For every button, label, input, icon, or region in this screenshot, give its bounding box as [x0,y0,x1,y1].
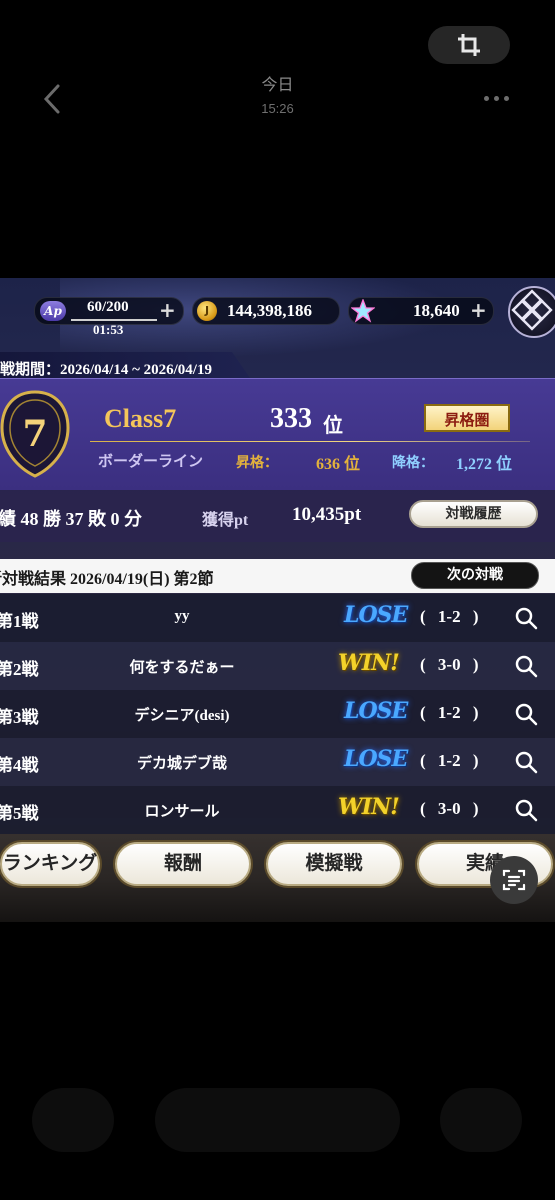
menu-emblem-button[interactable] [508,286,555,338]
rank-number: 333 [270,403,312,434]
crop-button[interactable] [428,26,510,64]
latest-result-text: 新対戦結果 2026/04/19(日) 第2節 [0,571,214,588]
class7-emblem-icon: 7 [0,390,70,478]
match-row-2[interactable]: 第2戦 何をするだぁー WIN! ( 3-0 ) [0,642,555,690]
coin-counter: J 144,398,186 [192,297,340,325]
match-score: ( 1-2 ) [420,751,479,770]
match-row-5[interactable]: 第5戦 ロンサール WIN! ( 3-0 ) [0,786,555,834]
result-win: WIN! [338,794,400,820]
match-score: ( 1-2 ) [420,607,479,626]
search-icon[interactable] [514,654,538,678]
game-screen: Ap 60/200 01:53 + J 144,398,186 18,640 +… [0,278,555,922]
viewer-title: 今日 [261,77,294,94]
result-lose: LOSE [344,698,408,724]
match-row-1[interactable]: 第1戦 yy LOSE ( 1-2 ) [0,594,555,642]
svg-text:7: 7 [22,413,47,455]
emblem-icon [511,289,553,331]
mock-battle-button[interactable]: 模擬戦 [266,842,402,886]
share-button[interactable] [32,1088,114,1152]
match-score: ( 3-0 ) [420,799,479,818]
opponent-name: デシニア(desi) [134,708,230,724]
more-options-icon[interactable] [484,92,518,104]
star-gem-icon [351,299,375,323]
ap-underline [71,319,157,321]
gold-divider [90,441,530,442]
border-line-label: ボーダーライン [98,452,204,470]
viewer-time: 15:26 [261,101,294,116]
coin-icon: J [197,301,217,321]
match-label: 第3戦 [0,708,39,727]
delete-button[interactable] [440,1088,522,1152]
search-icon[interactable] [514,798,538,822]
gem-counter: 18,640 + [348,297,494,325]
coin-value: 144,398,186 [227,301,312,320]
opponent-name: デカ城デブ哉 [136,756,227,772]
live-text-button[interactable] [490,856,538,904]
match-label: 第1戦 [0,612,39,631]
points-label: 獲得pt [202,512,249,529]
ap-value: 60/200 [87,299,129,315]
search-icon[interactable] [514,702,538,726]
gem-plus-button[interactable]: + [470,298,487,322]
search-icon[interactable] [514,606,538,630]
ap-icon: Ap [40,301,66,321]
reward-button[interactable]: 報酬 [115,842,251,886]
result-lose: LOSE [344,746,408,772]
crop-icon [458,34,480,56]
result-win: WIN! [338,650,400,676]
match-row-3[interactable]: 第3戦 デシニア(desi) LOSE ( 1-2 ) [0,690,555,738]
ranking-button[interactable]: ランキング [0,842,100,886]
toolbar-actions[interactable] [155,1088,400,1152]
match-score: ( 1-2 ) [420,703,479,722]
promotion-zone-badge: 昇格圏 [424,404,510,432]
match-score: ( 3-0 ) [420,655,479,674]
match-label: 第4戦 [0,756,39,775]
promotion-value: 636 位 [316,456,361,473]
battle-history-button[interactable]: 対戦履歴 [409,500,538,528]
period-text: 戦期間：2026/04/14 ~ 2026/04/19 [0,362,212,378]
demotion-label: 降格： [392,455,434,471]
record-text: 戦績 48 勝 37 敗 0 分 [0,509,142,529]
gem-value: 18,640 [413,301,460,320]
promotion-label: 昇格： [236,455,278,471]
ap-counter: Ap 60/200 01:53 + [34,297,184,337]
ap-plus-button[interactable]: + [159,298,176,322]
result-lose: LOSE [344,602,408,628]
match-label: 第2戦 [0,660,39,679]
opponent-name: ロンサール [144,804,220,820]
scan-text-icon [502,869,526,891]
class-name: Class7 [104,404,177,433]
ap-timer: 01:53 [93,322,124,337]
opponent-name: 何をするだぁー [129,660,235,676]
match-row-4[interactable]: 第4戦 デカ城デブ哉 LOSE ( 1-2 ) [0,738,555,786]
rank-unit: 位 [323,413,343,437]
match-label: 第5戦 [0,804,39,823]
search-icon[interactable] [514,750,538,774]
points-value: 10,435pt [292,504,362,525]
next-battle-button[interactable]: 次の対戦 [411,562,539,589]
demotion-value: 1,272 位 [456,456,513,473]
opponent-name: yy [174,608,190,624]
